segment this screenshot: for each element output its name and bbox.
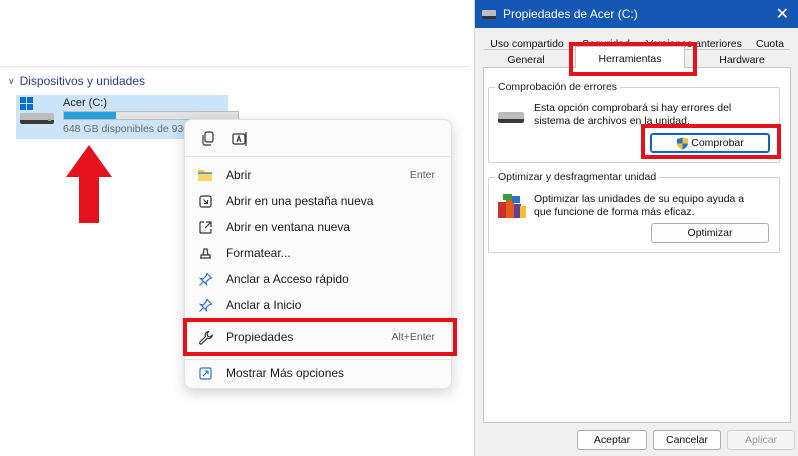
drive-icon	[482, 9, 496, 19]
close-icon[interactable]: ✕	[776, 4, 789, 24]
optimizar-button[interactable]: Optimizar	[651, 223, 769, 243]
menu-item-shortcut: Enter	[409, 169, 435, 181]
menu-item-abrir-ventana[interactable]: Abrir en ventana nueva	[189, 214, 449, 240]
group-legend: Comprobación de errores	[495, 81, 621, 93]
red-arrow-annotation-icon	[66, 145, 112, 223]
menu-item-label: Mostrar Más opciones	[226, 366, 345, 380]
menu-item-mas-opciones[interactable]: Mostrar Más opciones	[189, 360, 449, 386]
dialog-title-bar[interactable]: Propiedades de Acer (C:) ✕	[475, 0, 798, 28]
defrag-icon	[498, 194, 526, 218]
aceptar-button[interactable]: Aceptar	[577, 430, 647, 450]
menu-item-label: Abrir	[226, 168, 252, 182]
section-header-devices[interactable]: ∨ Dispositivos y unidades	[8, 74, 145, 88]
menu-item-abrir-pestana[interactable]: Abrir en una pestaña nueva	[189, 188, 449, 214]
menu-item-label: Abrir en una pestaña nueva	[226, 194, 374, 208]
menu-item-label: Anclar a Acceso rápido	[226, 272, 349, 286]
folder-icon	[197, 167, 213, 183]
hard-drive-icon	[20, 113, 54, 124]
menu-item-label: Abrir en ventana nueva	[226, 220, 351, 234]
copy-icon[interactable]	[199, 130, 217, 148]
pin-icon	[197, 297, 213, 313]
pin-icon	[197, 271, 213, 287]
screenshot-canvas: ∨ Dispositivos y unidades Acer (C:) 648 …	[0, 0, 798, 456]
menu-separator	[185, 156, 451, 157]
hard-drive-icon	[498, 112, 524, 123]
group-legend: Optimizar y desfragmentar unidad	[495, 171, 660, 183]
menu-item-anclar-acceso[interactable]: Anclar a Acceso rápido	[189, 266, 449, 292]
dialog-title: Propiedades de Acer (C:)	[503, 7, 638, 21]
drive-usage-fill	[64, 112, 117, 119]
rename-icon[interactable]	[231, 130, 249, 148]
menu-item-label: Formatear...	[226, 246, 291, 260]
chevron-down-icon: ∨	[8, 75, 15, 86]
aplicar-button[interactable]: Aplicar	[727, 430, 795, 450]
cancelar-button[interactable]: Cancelar	[653, 430, 721, 450]
divider	[0, 66, 470, 67]
section-title: Dispositivos y unidades	[19, 74, 145, 88]
menu-item-abrir[interactable]: Abrir Enter	[189, 162, 449, 188]
quick-actions-row	[199, 130, 249, 148]
highlight-box-herramientas	[569, 42, 697, 76]
highlight-box-comprobar	[641, 124, 781, 159]
menu-item-label: Anclar a Inicio	[226, 298, 302, 312]
drive-name: Acer (C:)	[63, 97, 107, 109]
tab-general[interactable]: General	[496, 54, 556, 66]
format-icon	[197, 245, 213, 261]
menu-item-formatear[interactable]: Formatear...	[189, 240, 449, 266]
highlight-box-propiedades	[183, 318, 457, 356]
more-options-icon	[197, 365, 213, 381]
optimize-description: Optimizar las unidades de su equipo ayud…	[534, 193, 745, 218]
open-window-icon	[197, 219, 213, 235]
new-tab-icon	[197, 193, 213, 209]
tab-hardware[interactable]: Hardware	[712, 54, 772, 66]
menu-item-anclar-inicio[interactable]: Anclar a Inicio	[189, 292, 449, 318]
windows-logo-icon	[20, 97, 34, 111]
